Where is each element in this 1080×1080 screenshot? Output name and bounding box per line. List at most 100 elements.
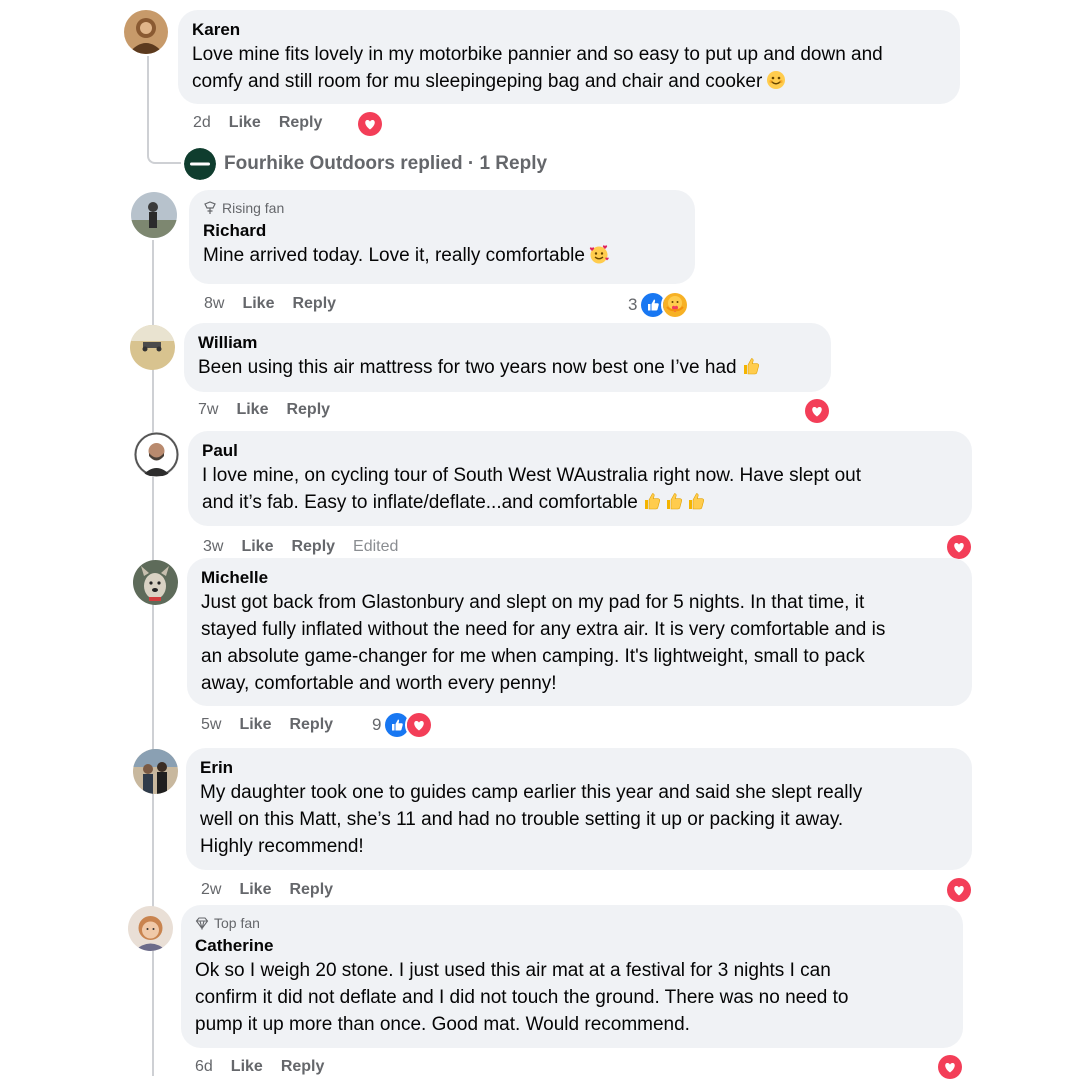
timestamp[interactable]: 3w (203, 538, 223, 556)
comment-actions: 3w Like Reply Edited (203, 538, 398, 556)
comment-text-line: an absolute game-changer for me when cam… (201, 646, 865, 667)
love-reaction-icon (936, 1053, 964, 1080)
timestamp[interactable]: 2d (193, 114, 211, 132)
love-reaction-icon (945, 876, 973, 904)
comment-bubble: Rising fan Richard Mine arrived today. L… (189, 190, 695, 284)
comment-text-line: pump it up more than once. Good mat. Wou… (195, 1014, 690, 1035)
fan-badge: Top fan (195, 914, 949, 932)
commenter-name[interactable]: Richard (203, 220, 681, 242)
timestamp[interactable]: 8w (204, 295, 224, 313)
avatar[interactable] (128, 906, 173, 951)
love-reaction-icon (945, 533, 973, 561)
thread-line (147, 56, 149, 156)
avatar[interactable] (134, 432, 179, 477)
smiling-face-with-hearts-emoji (589, 245, 609, 264)
comment-text-line: confirm it did not deflate and I did not… (195, 987, 849, 1008)
reply-button[interactable]: Reply (289, 881, 333, 899)
replies-summary-text: Fourhike Outdoors replied · 1 Reply (224, 153, 548, 174)
reaction-summary[interactable]: 3 (628, 291, 690, 319)
love-reaction-icon (405, 711, 434, 739)
comment-text-line: My daughter took one to guides camp earl… (200, 782, 863, 803)
reaction-summary[interactable] (356, 110, 384, 138)
timestamp[interactable]: 6d (195, 1058, 213, 1076)
comment-bubble: Top fan Catherine Ok so I weigh 20 stone… (181, 905, 963, 1048)
commenter-name[interactable]: Michelle (201, 567, 958, 589)
reaction-summary[interactable] (945, 876, 973, 904)
thumbs-up-emoji (743, 358, 759, 375)
smiling-face-emoji (767, 71, 786, 89)
commenter-name[interactable]: William (198, 332, 817, 354)
like-button[interactable]: Like (236, 401, 268, 419)
comment-actions: 8w Like Reply (204, 295, 336, 313)
badge-label: Top fan (214, 915, 260, 931)
timestamp[interactable]: 7w (198, 401, 218, 419)
comment-bubble: Michelle Just got back from Glastonbury … (187, 558, 972, 706)
comment-bubble: Erin My daughter took one to guides camp… (186, 748, 972, 870)
edited-label: Edited (353, 538, 399, 555)
comment-bubble: Paul I love mine, on cycling tour of Sou… (188, 431, 972, 526)
reaction-count: 3 (628, 295, 638, 314)
timestamp[interactable]: 2w (201, 881, 221, 899)
commenter-name[interactable]: Karen (192, 19, 946, 41)
like-button[interactable]: Like (239, 716, 271, 734)
reply-button[interactable]: Reply (281, 1058, 325, 1076)
thumbs-up-emoji (666, 493, 682, 510)
comment-text-line: Mine arrived today. Love it, really comf… (203, 242, 681, 269)
comment-text-line: away, comfortable and worth every penny! (201, 673, 557, 694)
avatar[interactable] (124, 10, 168, 54)
avatar[interactable] (131, 192, 177, 238)
comment-text: Been using this air mattress for two yea… (198, 357, 737, 378)
rising-fan-icon (204, 201, 216, 214)
comment-text-line: comfy and still room for mu sleepingepin… (192, 68, 946, 95)
avatar[interactable] (133, 749, 178, 794)
timestamp[interactable]: 5w (201, 716, 221, 734)
comment-bubble: Karen Love mine fits lovely in my motorb… (178, 10, 960, 104)
reaction-summary[interactable] (936, 1053, 964, 1080)
comment-actions: 2w Like Reply (201, 881, 333, 899)
avatar[interactable] (130, 325, 175, 370)
comment-text-line: and it’s fab. Easy to inflate/deflate...… (202, 489, 958, 516)
commenter-name[interactable]: Erin (200, 757, 958, 779)
reply-button[interactable]: Reply (291, 538, 335, 556)
comment-text-line: I love mine, on cycling tour of South We… (202, 465, 861, 486)
love-reaction-icon (803, 397, 831, 425)
badge-label: Rising fan (222, 200, 285, 216)
comment-text-line: Highly recommend! (200, 836, 364, 857)
comment-text-line: Just got back from Glastonbury and slept… (201, 592, 865, 613)
like-button[interactable]: Like (229, 114, 261, 132)
reply-button[interactable]: Reply (279, 114, 323, 132)
like-button[interactable]: Like (231, 1058, 263, 1076)
comment-actions: 7w Like Reply (198, 401, 330, 419)
fourhike-logo-avatar (184, 148, 216, 180)
comment-actions: 5w Like Reply (201, 716, 333, 734)
thumbs-up-emoji (688, 493, 704, 510)
comment-actions: 2d Like Reply (193, 114, 322, 132)
comment-text-line: well on this Matt, she’s 11 and had no t… (200, 809, 844, 830)
comment-text: Mine arrived today. Love it, really comf… (203, 245, 585, 266)
like-button[interactable]: Like (239, 881, 271, 899)
avatar[interactable] (133, 560, 178, 605)
reaction-count: 9 (372, 715, 382, 734)
thumbs-up-emoji (644, 493, 660, 510)
fan-badge: Rising fan (203, 199, 681, 217)
reaction-summary[interactable] (803, 397, 831, 425)
comment-bubble: William Been using this air mattress for… (184, 323, 831, 392)
comment-text-line: Love mine fits lovely in my motorbike pa… (192, 44, 883, 65)
reply-button[interactable]: Reply (289, 716, 333, 734)
like-button[interactable]: Like (242, 295, 274, 313)
comment-text: comfy and still room for mu sleepingepin… (192, 71, 763, 92)
commenter-name[interactable]: Paul (202, 440, 958, 462)
comments-panel: Karen Love mine fits lovely in my motorb… (0, 0, 1080, 1080)
comment-text: and it’s fab. Easy to inflate/deflate...… (202, 492, 638, 513)
reaction-summary[interactable]: 9 (372, 711, 434, 739)
reply-button[interactable]: Reply (286, 401, 330, 419)
reaction-summary[interactable] (945, 533, 973, 561)
thread-line-curve (147, 156, 181, 164)
comment-text-line: stayed fully inflated without the need f… (201, 619, 886, 640)
commenter-name[interactable]: Catherine (195, 935, 949, 957)
view-replies-link[interactable]: Fourhike Outdoors replied · 1 Reply (184, 148, 547, 180)
like-button[interactable]: Like (241, 538, 273, 556)
comment-actions: 6d Like Reply (195, 1058, 324, 1076)
reply-button[interactable]: Reply (292, 295, 336, 313)
top-fan-diamond-icon (195, 917, 209, 930)
